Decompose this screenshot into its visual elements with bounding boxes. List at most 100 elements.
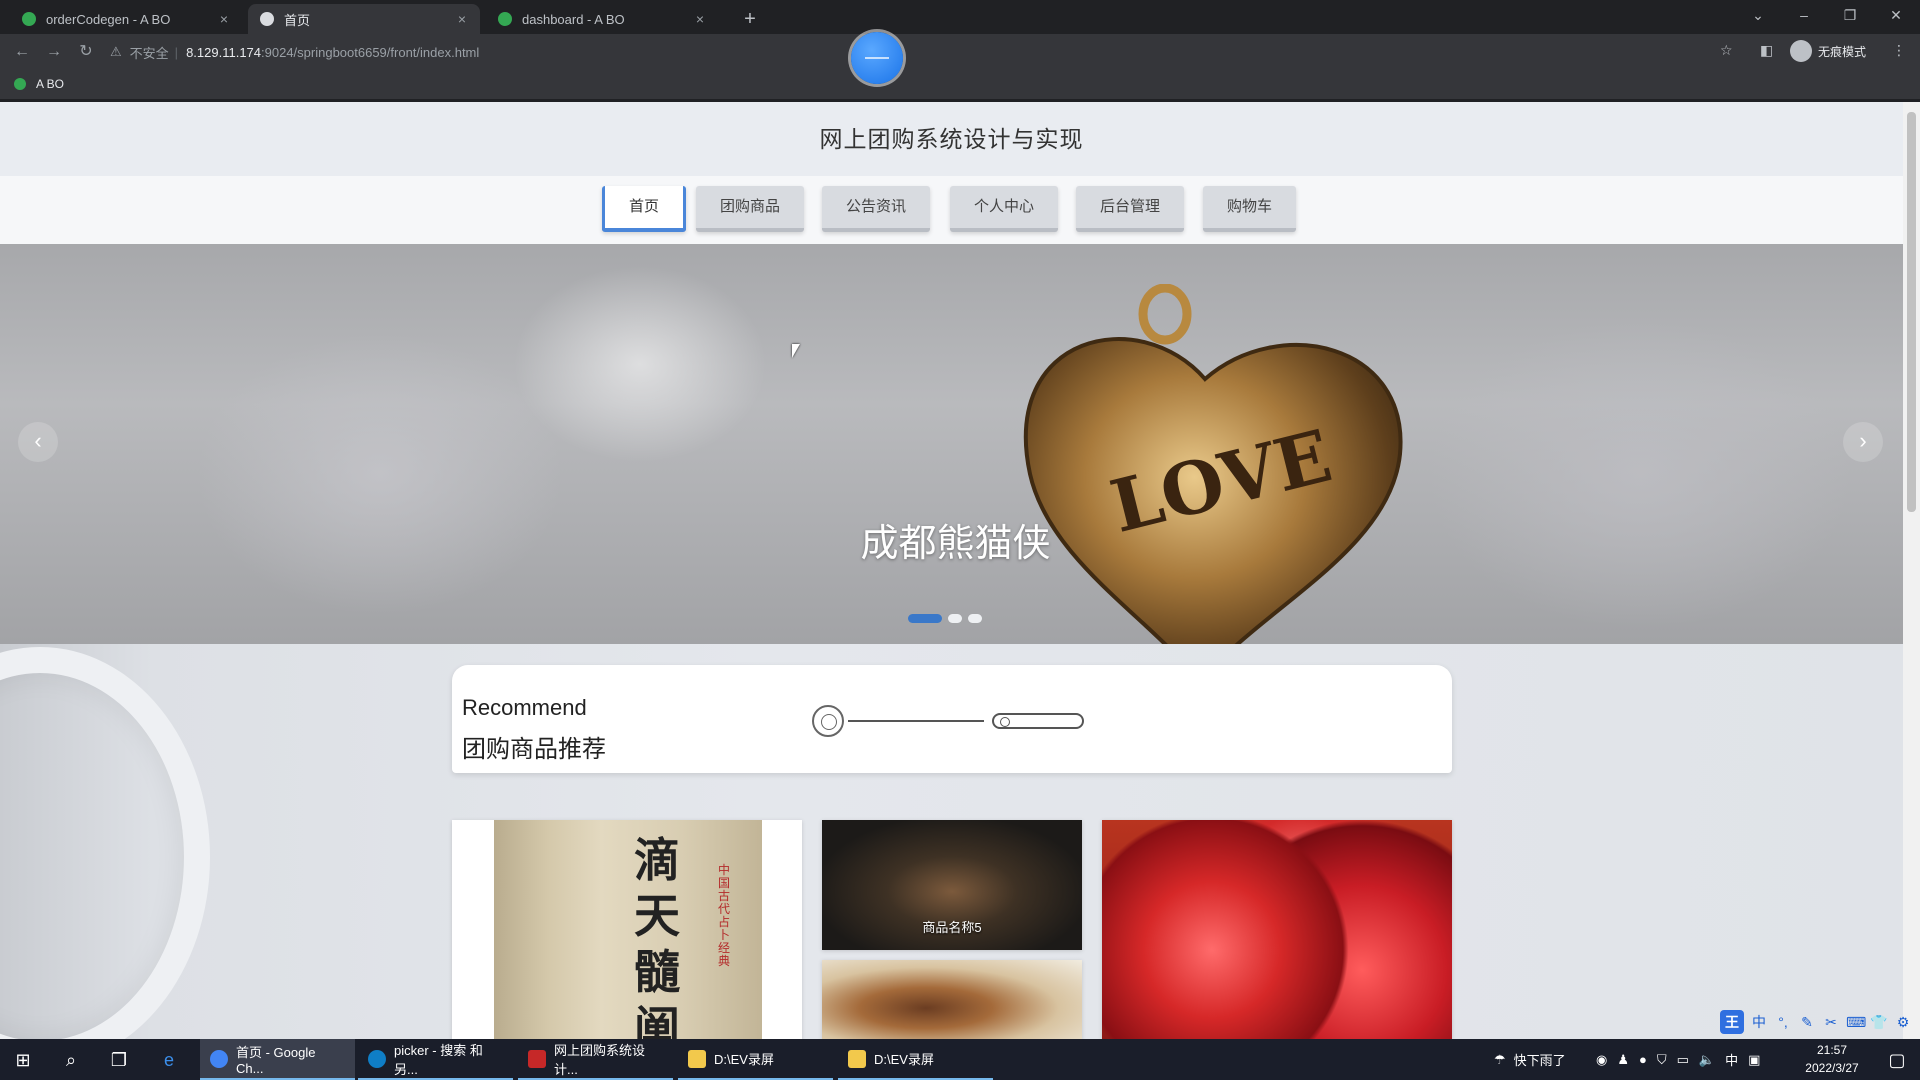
address-bar[interactable]: ⚠ 不安全 | 8.129.11.174 :9024/springboot665… <box>110 38 1770 66</box>
bookmarks-bar: A BO <box>0 70 1920 100</box>
nav-personal-center[interactable]: 个人中心 <box>950 186 1059 232</box>
nav-home[interactable]: 首页 <box>602 186 687 232</box>
main-nav: 首页 团购商品 公告资讯 个人中心 后台管理 购物车 <box>0 176 1903 246</box>
product-card[interactable] <box>1102 820 1452 1039</box>
tab-dashboard[interactable]: dashboard - A BO × <box>486 4 718 34</box>
search-icon[interactable]: ⌕ <box>58 1047 84 1073</box>
windows-taskbar: ⊞ ⌕ ❐ e 首页 - Google Ch... picker - 搜索 和另… <box>0 1039 1920 1080</box>
product-card[interactable]: 滴 天 髓 阐 中国古代占卜经典 <box>452 820 802 1039</box>
incognito-indicator[interactable]: 无痕模式 <box>1790 40 1866 62</box>
carousel-dot[interactable] <box>968 614 982 623</box>
ime-tray-icon[interactable]: ▣ <box>1748 1052 1760 1068</box>
ime-toolbar: 王 中 °, ✎ ✂ ⌨ 👕 ⚙ <box>1720 1010 1912 1034</box>
book-side-text: 中国古代占卜经典 <box>718 863 731 968</box>
clock[interactable]: 21:57 2022/3/27 <box>1796 1041 1868 1077</box>
incognito-label: 无痕模式 <box>1818 44 1867 59</box>
shield-icon[interactable]: ⛉ <box>1657 1052 1667 1068</box>
page-viewport: 网上团购系统设计与实现 首页 团购商品 公告资讯 个人中心 后台管理 购物车 L… <box>0 102 1920 1039</box>
nav-admin[interactable]: 后台管理 <box>1076 186 1185 232</box>
tray-app-icon[interactable]: ♟ <box>1617 1052 1629 1068</box>
task-view-icon[interactable]: ❐ <box>106 1047 132 1073</box>
ime-scissors-icon[interactable]: ✂ <box>1822 1013 1840 1031</box>
book-char: 阐 <box>634 1001 680 1039</box>
product-name: 商品名称5 <box>922 920 982 935</box>
back-icon[interactable]: ← <box>10 40 34 64</box>
product-card[interactable] <box>822 960 1082 1039</box>
window-close-icon[interactable]: ✕ <box>1876 4 1916 26</box>
carousel-dot[interactable] <box>908 614 942 623</box>
insecure-label: 不安全 <box>129 45 169 61</box>
carousel-caption: 成都熊猫侠 <box>860 523 1051 565</box>
ie-icon[interactable]: e <box>156 1047 182 1073</box>
clock-date: 2022/3/27 <box>1805 1061 1859 1075</box>
task-label: 网上团购系统设计... <box>554 1042 646 1077</box>
restore-icon[interactable]: ❐ <box>1830 4 1870 26</box>
recording-indicator-icon[interactable] <box>851 32 903 84</box>
ime-settings-icon[interactable]: ⚙ <box>1894 1013 1912 1031</box>
site-title: 网上团购系统设计与实现 <box>819 126 1084 152</box>
wechat-icon[interactable]: ◉ <box>1596 1052 1607 1068</box>
nav-group-products[interactable]: 团购商品 <box>696 186 805 232</box>
notification-icon[interactable]: ▢ <box>1884 1047 1910 1073</box>
tray-app-icon[interactable]: ● <box>1639 1052 1647 1067</box>
taskbar-item-chrome[interactable]: 首页 - Google Ch... <box>200 1039 355 1080</box>
ime-logo-icon[interactable]: 王 <box>1720 1010 1744 1034</box>
ime-punct-icon[interactable]: °, <box>1774 1013 1792 1031</box>
scrollbar-thumb[interactable] <box>1907 112 1916 512</box>
new-tab-button[interactable]: + <box>738 7 762 31</box>
task-label: picker - 搜索 和另... <box>394 1042 483 1077</box>
tab-title: dashboard - A BO <box>522 11 625 27</box>
taskbar-item-project[interactable]: 网上团购系统设计... <box>518 1039 673 1080</box>
recommend-title-en: Recommend <box>462 695 587 720</box>
ime-keyboard-icon[interactable]: ⌨ <box>1846 1013 1866 1031</box>
start-icon[interactable]: ⊞ <box>10 1047 36 1073</box>
tab-title: orderCodegen - A BO <box>46 11 171 27</box>
task-label: D:\EV录屏 <box>874 1052 934 1067</box>
weather-text: 快下雨了 <box>1513 1053 1566 1068</box>
taskbar-item-edge[interactable]: picker - 搜索 和另... <box>358 1039 513 1080</box>
heart-pendant-image: LOVE <box>1023 284 1403 644</box>
carousel-indicators <box>908 614 982 623</box>
reload-icon[interactable]: ↻ <box>74 40 98 64</box>
browser-toolbar: ← → ↻ ⚠ 不安全 | 8.129.11.174 :9024/springb… <box>0 34 1920 70</box>
forward-icon[interactable]: → <box>42 40 66 64</box>
ime-shirt-icon[interactable]: 👕 <box>1870 1013 1888 1031</box>
carousel-dot[interactable] <box>948 614 962 623</box>
carousel-next-icon[interactable]: › <box>1843 422 1883 462</box>
chrome-icon <box>210 1049 228 1068</box>
menu-kebab-icon[interactable]: ⋮ <box>1892 42 1906 59</box>
tab-home[interactable]: 首页 × <box>248 4 480 34</box>
nav-announcements[interactable]: 公告资讯 <box>822 186 931 232</box>
recommend-decoration <box>812 705 1092 737</box>
weather-widget[interactable]: ☂ 快下雨了 <box>1494 1039 1566 1080</box>
tab-strip: orderCodegen - A BO × 首页 × dashboard - A… <box>0 0 1920 34</box>
folder-icon <box>688 1049 706 1068</box>
close-icon[interactable]: × <box>692 11 708 27</box>
url-path: :9024/springboot6659/front/index.html <box>261 44 480 60</box>
recommend-header: Recommend 团购商品推荐 <box>452 665 1452 773</box>
carousel-prev-icon[interactable]: ‹ <box>18 422 58 462</box>
umbrella-icon: ☂ <box>1494 1051 1506 1067</box>
bookmark-star-icon[interactable]: ☆ <box>1720 42 1733 59</box>
bookmark-favicon-icon <box>14 78 26 90</box>
taskbar-item-folder[interactable]: D:\EV录屏 <box>838 1039 993 1080</box>
taskbar-item-folder[interactable]: D:\EV录屏 <box>678 1039 833 1080</box>
product-card[interactable]: 商品名称5 <box>822 820 1082 950</box>
recommend-title-cn: 团购商品推荐 <box>462 736 606 763</box>
network-icon[interactable]: ▭ <box>1677 1052 1689 1068</box>
ime-pen-icon[interactable]: ✎ <box>1798 1013 1816 1031</box>
ime-indicator[interactable]: 中 <box>1725 1050 1738 1069</box>
volume-icon[interactable]: 🔈 <box>1699 1052 1715 1068</box>
hero-carousel[interactable]: LOVE 成都熊猫侠 ‹ › <box>0 244 1903 644</box>
page-scrollbar[interactable] <box>1903 102 1920 1039</box>
tab-search-icon[interactable]: ⌄ <box>1738 4 1778 26</box>
close-icon[interactable]: × <box>454 11 470 27</box>
close-icon[interactable]: × <box>216 11 232 27</box>
bookmark-item[interactable]: A BO <box>14 77 64 91</box>
incognito-icon <box>1790 40 1812 62</box>
side-panel-icon[interactable]: ◧ <box>1760 42 1773 59</box>
nav-cart[interactable]: 购物车 <box>1203 186 1297 232</box>
minimize-icon[interactable]: – <box>1784 4 1824 26</box>
ime-lang[interactable]: 中 <box>1750 1013 1768 1031</box>
tab-ordercodegen[interactable]: orderCodegen - A BO × <box>10 4 242 34</box>
